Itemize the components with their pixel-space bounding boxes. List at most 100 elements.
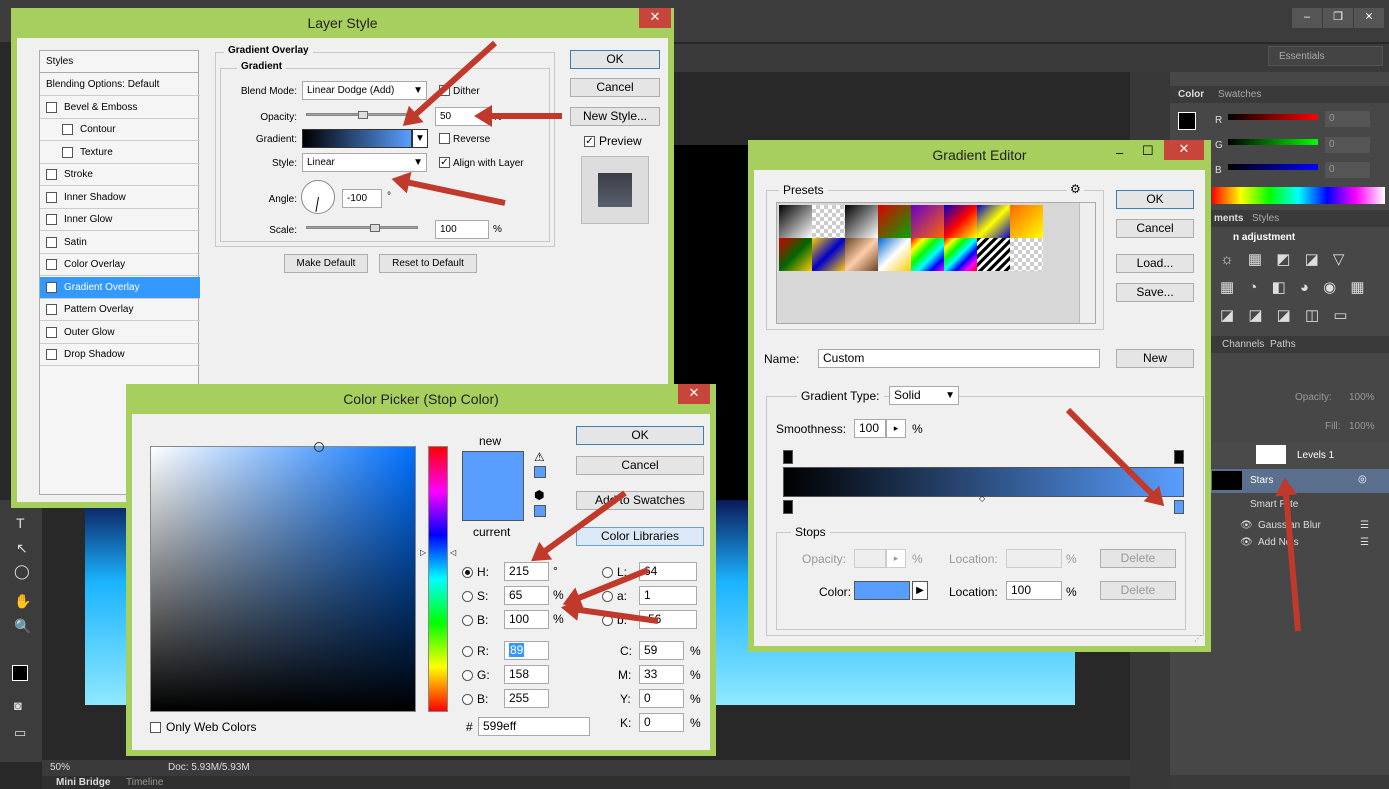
angle-dial[interactable]	[301, 180, 335, 214]
style-item[interactable]: ✓ Gradient Overlay	[40, 276, 200, 299]
zoom-level[interactable]: 50%	[50, 762, 70, 773]
layer-row-levels[interactable]: Levels 1	[1210, 442, 1389, 468]
opacity-stop-left[interactable]	[783, 450, 793, 464]
presets-scrollbar[interactable]	[1079, 203, 1095, 323]
delete-color-stop-button[interactable]: Delete	[1100, 581, 1176, 600]
ok-button[interactable]: OK	[576, 426, 704, 445]
s-radio[interactable]	[462, 591, 473, 602]
gear-icon[interactable]: ⚙	[1067, 182, 1084, 196]
stop-color-swatch[interactable]	[854, 581, 910, 600]
blue-field[interactable]: 0	[1325, 162, 1370, 178]
preset-swatch[interactable]	[878, 238, 911, 271]
style-checkbox[interactable]	[46, 214, 57, 225]
tab-timeline[interactable]: Timeline	[126, 777, 163, 788]
tab-color[interactable]: Color	[1178, 89, 1204, 100]
midpoint-diamond[interactable]: ◇	[979, 494, 985, 503]
preset-swatch[interactable]	[812, 238, 845, 271]
b-radio[interactable]	[462, 615, 473, 626]
tab-styles[interactable]: Styles	[1252, 213, 1279, 224]
preset-swatch[interactable]	[944, 238, 977, 271]
spectrum-bar[interactable]	[1212, 187, 1385, 204]
type-tool-icon[interactable]: T	[16, 515, 25, 531]
smoothness-stepper[interactable]: ▸	[886, 419, 906, 438]
hue-slider-handle-right[interactable]: ◁	[450, 548, 456, 557]
g-radio[interactable]	[462, 670, 473, 681]
style-checkbox[interactable]	[46, 191, 57, 203]
green-slider[interactable]	[1228, 139, 1318, 145]
color-libraries-button[interactable]: Color Libraries	[576, 527, 704, 546]
color-field[interactable]	[150, 442, 416, 712]
stop-location-input-disabled[interactable]	[1006, 549, 1062, 568]
style-checkbox[interactable]	[46, 326, 57, 338]
preset-swatch[interactable]	[977, 205, 1010, 238]
adj-row2-icons[interactable]: ▦ ◔ ◧ ◕ ◉ ▦	[1220, 278, 1370, 296]
y-input[interactable]: 0	[639, 689, 684, 708]
path-select-icon[interactable]: ↖	[16, 540, 28, 557]
style-checkbox[interactable]	[46, 101, 57, 113]
tab-mini-bridge[interactable]: Mini Bridge	[56, 777, 110, 788]
close-icon[interactable]: ✕	[639, 8, 671, 28]
make-default-button[interactable]: Make Default	[284, 254, 368, 273]
scale-input[interactable]: 100	[435, 220, 489, 239]
preset-swatch[interactable]	[779, 205, 812, 238]
workspace-select[interactable]: Essentials	[1268, 46, 1383, 66]
blend-mode-select[interactable]: Linear Dodge (Add) ▼	[302, 81, 427, 100]
opacity-stop-right[interactable]	[1174, 450, 1184, 464]
scale-slider[interactable]	[306, 224, 418, 232]
ellipse-tool-icon[interactable]: ◯	[14, 563, 30, 580]
preset-swatch[interactable]	[878, 205, 911, 238]
r-input[interactable]: 89	[504, 641, 549, 660]
gamut-swatch-icon[interactable]	[534, 466, 546, 478]
save-button[interactable]: Save...	[1116, 283, 1194, 302]
hue-slider-handle-left[interactable]: ▷	[420, 548, 426, 557]
preset-swatch[interactable]	[812, 205, 845, 238]
style-item[interactable]: Stroke	[40, 164, 200, 186]
styles-header[interactable]: Styles	[40, 51, 198, 73]
name-input[interactable]: Custom	[818, 349, 1100, 368]
style-item[interactable]: Pattern Overlay	[40, 299, 200, 321]
load-button[interactable]: Load...	[1116, 254, 1194, 273]
style-checkbox[interactable]	[62, 146, 73, 158]
gradient-dropdown[interactable]: ▼	[412, 129, 428, 148]
style-item[interactable]: Color Overlay	[40, 254, 200, 276]
filter-options-icon[interactable]: ☰	[1360, 520, 1369, 531]
hue-slider[interactable]	[428, 446, 448, 712]
quickmask-icon[interactable]: ◙	[14, 698, 22, 713]
smoothness-input[interactable]: 100	[854, 419, 886, 438]
adj-row1-icons[interactable]: ☼ ▦ ◩ ◪ ▽	[1220, 250, 1349, 268]
preset-swatch[interactable]	[977, 238, 1010, 271]
close-icon[interactable]: ✕	[1354, 8, 1384, 28]
close-icon[interactable]: ✕	[1164, 140, 1204, 160]
ok-button[interactable]: OK	[570, 50, 660, 69]
style-checkbox[interactable]	[62, 124, 73, 135]
eye-icon[interactable]: 👁	[1240, 537, 1253, 548]
k-input[interactable]: 0	[639, 713, 684, 732]
b-input[interactable]: 100	[504, 610, 549, 629]
style-item[interactable]: Outer Glow	[40, 322, 200, 344]
b2-radio[interactable]	[462, 694, 473, 705]
stop-opacity-input[interactable]	[854, 549, 886, 568]
layers-fill-value[interactable]: 100%	[1349, 421, 1375, 432]
gradient-bar[interactable]	[783, 467, 1184, 497]
cancel-button[interactable]: Cancel	[570, 78, 660, 97]
minimize-icon[interactable]: –	[1116, 145, 1123, 160]
hand-tool-icon[interactable]: ✋	[14, 593, 31, 610]
gradient-swatch[interactable]	[302, 129, 412, 148]
gamut-warning-icon[interactable]: ⚠	[534, 450, 545, 464]
r-radio[interactable]	[462, 646, 473, 657]
stop-location-input[interactable]: 100	[1006, 581, 1062, 600]
close-icon[interactable]: ✕	[678, 384, 710, 404]
style-item[interactable]: Drop Shadow	[40, 344, 200, 366]
c-input[interactable]: 59	[639, 641, 684, 660]
style-item[interactable]: Bevel & Emboss	[40, 97, 200, 119]
stop-opacity-stepper[interactable]: ▸	[886, 549, 906, 568]
new-button[interactable]: New	[1116, 349, 1194, 368]
color-fg-icon[interactable]	[1178, 112, 1196, 130]
style-item[interactable]: Satin	[40, 232, 200, 254]
color-field-cursor[interactable]	[314, 442, 324, 452]
red-field[interactable]: 0	[1325, 111, 1370, 127]
preset-swatch[interactable]	[845, 238, 878, 271]
style-item[interactable]: Inner Glow	[40, 209, 200, 231]
cancel-button[interactable]: Cancel	[576, 456, 704, 475]
g-input[interactable]: 158	[504, 665, 549, 684]
